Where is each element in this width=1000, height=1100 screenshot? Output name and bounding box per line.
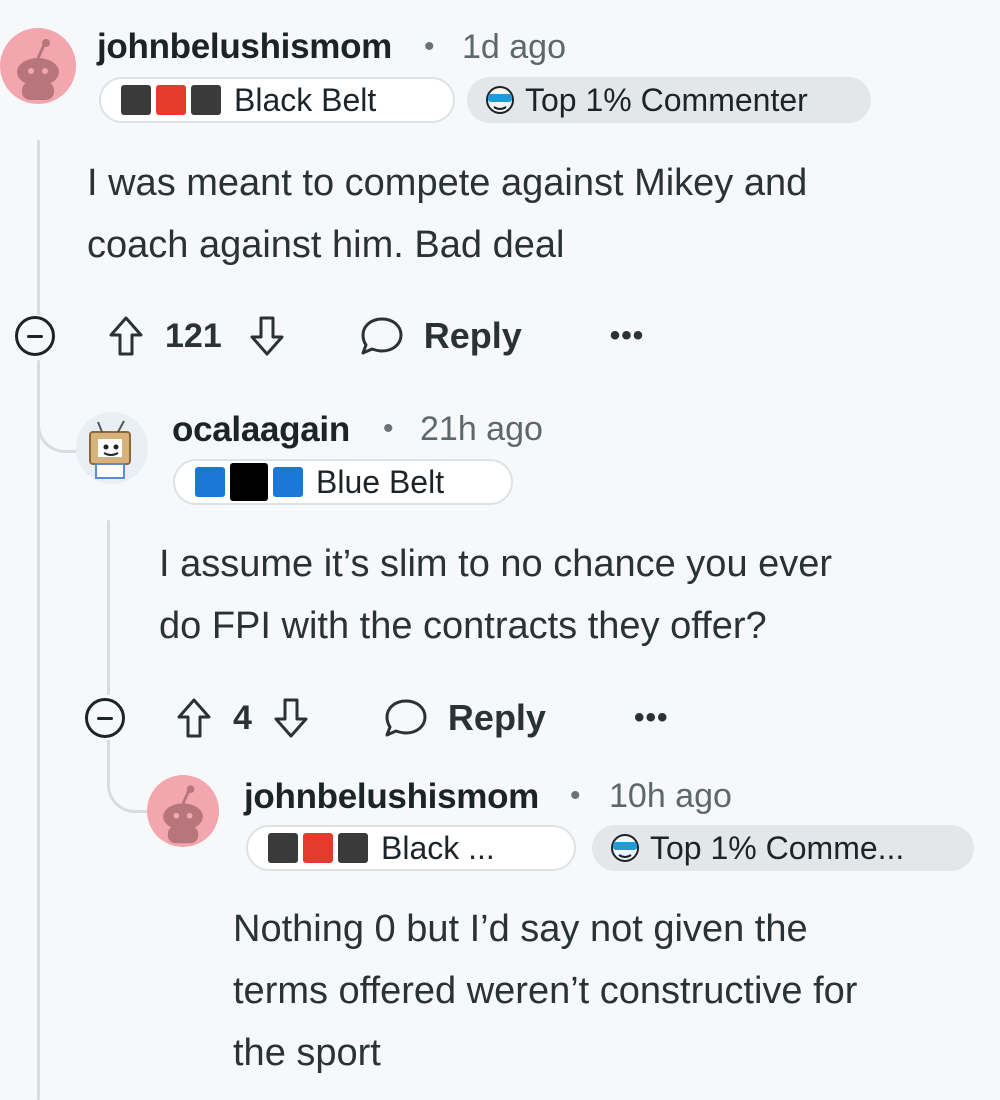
user-flair: Blue Belt	[173, 459, 513, 505]
comment-body-line: Nothing 0 but I’d say not given the	[233, 908, 808, 950]
comment-body-line: coach against him. Bad deal	[87, 224, 565, 266]
separator-dot: •	[424, 30, 435, 63]
downvote-icon[interactable]	[272, 696, 310, 740]
flair-label: Black Belt	[234, 81, 377, 118]
collapse-icon[interactable]	[85, 698, 125, 738]
upvote-icon[interactable]	[175, 696, 213, 740]
sunglasses-badge-icon	[486, 86, 514, 114]
comment-body-line: terms offered weren’t constructive for	[233, 970, 858, 1012]
achievement-badge: Top 1% Comme...	[592, 825, 974, 871]
more-options-icon[interactable]: •••	[634, 701, 669, 735]
snoo-avatar-icon	[163, 785, 203, 844]
avatar[interactable]	[0, 28, 76, 104]
avatar[interactable]	[147, 775, 219, 847]
reply-bubble-icon	[361, 317, 403, 355]
downvote-icon[interactable]	[248, 314, 286, 358]
comment-actions: 121 Reply •••	[15, 314, 644, 358]
comment-actions: 4 Reply •••	[85, 696, 668, 740]
comment-body-line: the sport	[233, 1032, 381, 1074]
reply-bubble-icon	[385, 699, 427, 737]
thread-line-level2[interactable]	[107, 520, 110, 695]
timestamp[interactable]: 21h ago	[420, 410, 543, 449]
tv-avatar-icon	[89, 420, 131, 479]
username[interactable]: ocalaagain	[172, 410, 350, 450]
badge-label: Top 1% Commenter	[525, 81, 808, 118]
timestamp[interactable]: 1d ago	[462, 28, 566, 67]
reply-label: Reply	[423, 315, 522, 356]
more-options-icon[interactable]: •••	[610, 319, 645, 353]
comment-body-line: I was meant to compete against Mikey and	[87, 162, 808, 204]
comment-body: Nothing 0 but I’d say not given the term…	[233, 898, 857, 1084]
achievement-badge: Top 1% Commenter	[467, 77, 871, 123]
flair-label: Black ...	[381, 829, 495, 866]
reply-button[interactable]: Reply	[382, 696, 546, 740]
sunglasses-badge-icon	[611, 834, 639, 862]
comment-body-line: do FPI with the contracts they offer?	[159, 605, 767, 647]
username[interactable]: johnbelushismom	[97, 27, 392, 67]
flair-label: Blue Belt	[316, 463, 445, 500]
snoo-avatar-icon	[17, 39, 59, 100]
comment-body: I was meant to compete against Mikey and…	[87, 152, 807, 276]
reply-label: Reply	[447, 697, 546, 738]
comment-body-line: I assume it’s slim to no chance you ever	[159, 543, 833, 585]
separator-dot: •	[383, 412, 394, 445]
separator-dot: •	[570, 779, 581, 812]
user-flair: Black Belt	[99, 77, 455, 123]
reply-button[interactable]: Reply	[358, 314, 522, 358]
thread-line-root[interactable]	[37, 140, 40, 315]
avatar[interactable]	[76, 412, 148, 484]
badge-label: Top 1% Comme...	[650, 829, 905, 866]
vote-count: 4	[233, 698, 252, 737]
comment-body: I assume it’s slim to no chance you ever…	[159, 533, 832, 657]
thread-line-root-lower[interactable]	[37, 360, 40, 1100]
username[interactable]: johnbelushismom	[244, 777, 539, 817]
timestamp[interactable]: 10h ago	[609, 777, 732, 816]
upvote-icon[interactable]	[107, 314, 145, 358]
user-flair: Black ...	[246, 825, 576, 871]
vote-count: 121	[165, 316, 222, 355]
collapse-icon[interactable]	[15, 316, 55, 356]
